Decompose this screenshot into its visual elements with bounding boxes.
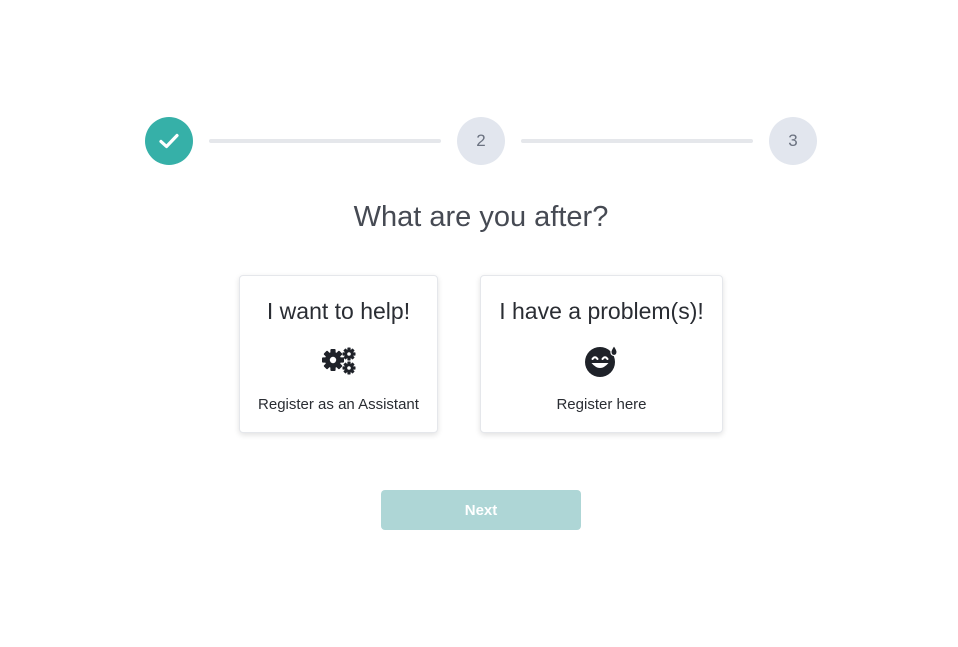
problem-option-subtitle: Register here xyxy=(556,396,647,413)
step-1-completed xyxy=(145,117,193,165)
step-connector-2 xyxy=(521,139,753,143)
registration-page: 2 3 What are you after? I want to help! xyxy=(0,0,958,647)
grin-sweat-icon xyxy=(584,344,618,377)
step-3: 3 xyxy=(769,117,817,165)
step-connector-1 xyxy=(209,139,441,143)
page-title: What are you after? xyxy=(353,201,609,233)
check-icon xyxy=(159,133,179,149)
assistant-option-card[interactable]: I want to help! Register as an Assistant xyxy=(239,275,438,433)
step-2: 2 xyxy=(457,117,505,165)
step-2-number: 2 xyxy=(476,131,486,150)
assistant-option-subtitle: Register as an Assistant xyxy=(258,396,419,413)
problem-option-heading: I have a problem(s)! xyxy=(499,298,704,324)
step-3-number: 3 xyxy=(788,131,798,150)
gears-icon xyxy=(321,347,355,375)
next-button[interactable]: Next xyxy=(381,490,581,530)
problem-option-card[interactable]: I have a problem(s)! Register here xyxy=(480,275,723,433)
assistant-option-heading: I want to help! xyxy=(266,298,411,324)
